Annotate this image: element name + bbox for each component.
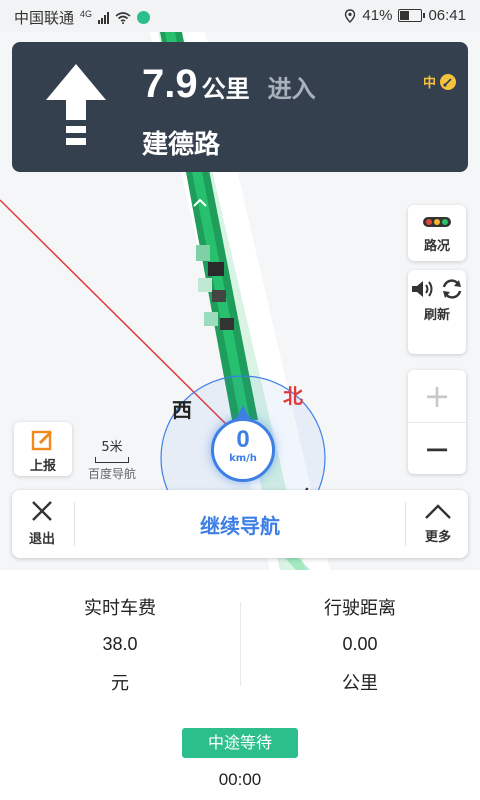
refresh-label: 刷新 (423, 308, 450, 323)
edit-report-icon (31, 430, 53, 451)
location-icon (345, 8, 356, 23)
distance-column: 行驶距离 0.00 公里 (240, 594, 480, 695)
more-button[interactable]: 更多 (408, 498, 468, 545)
close-icon (32, 501, 52, 521)
report-label: 上报 (29, 459, 56, 474)
wait-timer: 00:00 (218, 770, 262, 789)
map-brand: 百度导航 (87, 467, 136, 481)
zoom-out-button[interactable]: − (408, 423, 466, 475)
traffic-light-icon (423, 217, 451, 227)
compass-west: 西 (172, 398, 192, 422)
zoom-in-button[interactable]: + (408, 370, 466, 423)
refresh-icon (443, 279, 462, 299)
distance-unit: 公里 (342, 673, 378, 694)
carrier-name: 中国联通 (14, 10, 75, 27)
distance-value: 0.00 (342, 634, 378, 654)
status-bar: 中国联通 4G 41% 06:41 (0, 0, 480, 32)
navigation-action-bar: 退出 继续导航 更多 (12, 490, 468, 558)
continue-navigation-button[interactable]: 继续导航 (72, 510, 408, 539)
signal-icon (98, 11, 110, 24)
report-button[interactable]: 上报 (14, 422, 72, 476)
wifi-icon (115, 11, 131, 24)
compass-north: 北 (283, 384, 303, 408)
speaker-icon (411, 281, 433, 297)
voice-mode-label: 中 (422, 76, 436, 91)
fare-title: 实时车费 (84, 598, 156, 619)
chevron-up-icon (425, 504, 451, 519)
trip-stats-panel: 实时车费 38.0 元 行驶距离 0.00 公里 中途等待 00:00 (0, 572, 480, 800)
guidance-distance: 7.9 (142, 62, 198, 106)
scale-label: 5米 (101, 440, 123, 455)
midway-wait-button[interactable]: 中途等待 (182, 728, 298, 758)
guidance-unit: 公里 (201, 75, 250, 103)
clock: 06:41 (428, 7, 466, 24)
more-label: 更多 (424, 530, 451, 545)
battery-icon (398, 9, 426, 22)
speed-value: 0 (236, 426, 250, 453)
guidance-action: 进入 (267, 75, 316, 103)
battery-percent: 41% (362, 7, 393, 24)
next-road-name: 建德路 (142, 130, 221, 160)
voice-mode-toggle[interactable]: 中 (423, 72, 456, 91)
zoom-control: + − (408, 370, 466, 474)
turn-guidance-card: 7.9 公里 进入 建德路 中 (12, 42, 468, 172)
exit-button[interactable]: 退出 (12, 498, 72, 547)
distance-title: 行驶距离 (324, 598, 396, 619)
fare-unit: 元 (111, 673, 129, 694)
voice-broadcast-icon (440, 73, 456, 90)
navigation-app-icon (137, 11, 151, 24)
traffic-label: 路况 (423, 239, 450, 254)
straight-arrow-icon (46, 64, 106, 145)
divider (405, 502, 406, 546)
refresh-button[interactable]: 刷新 (408, 270, 466, 354)
speed-unit: km/h (229, 453, 257, 464)
map-scale: 5米 百度导航 (82, 436, 142, 482)
speedometer: 0 km/h (211, 418, 275, 482)
exit-label: 退出 (28, 532, 55, 547)
fare-column: 实时车费 38.0 元 (0, 594, 240, 695)
traffic-button[interactable]: 路况 (408, 205, 466, 261)
network-type: 4G (80, 8, 93, 19)
scale-bar (95, 457, 129, 463)
distance-row: 7.9 公里 进入 (142, 62, 316, 107)
fare-value: 38.0 (102, 634, 138, 654)
